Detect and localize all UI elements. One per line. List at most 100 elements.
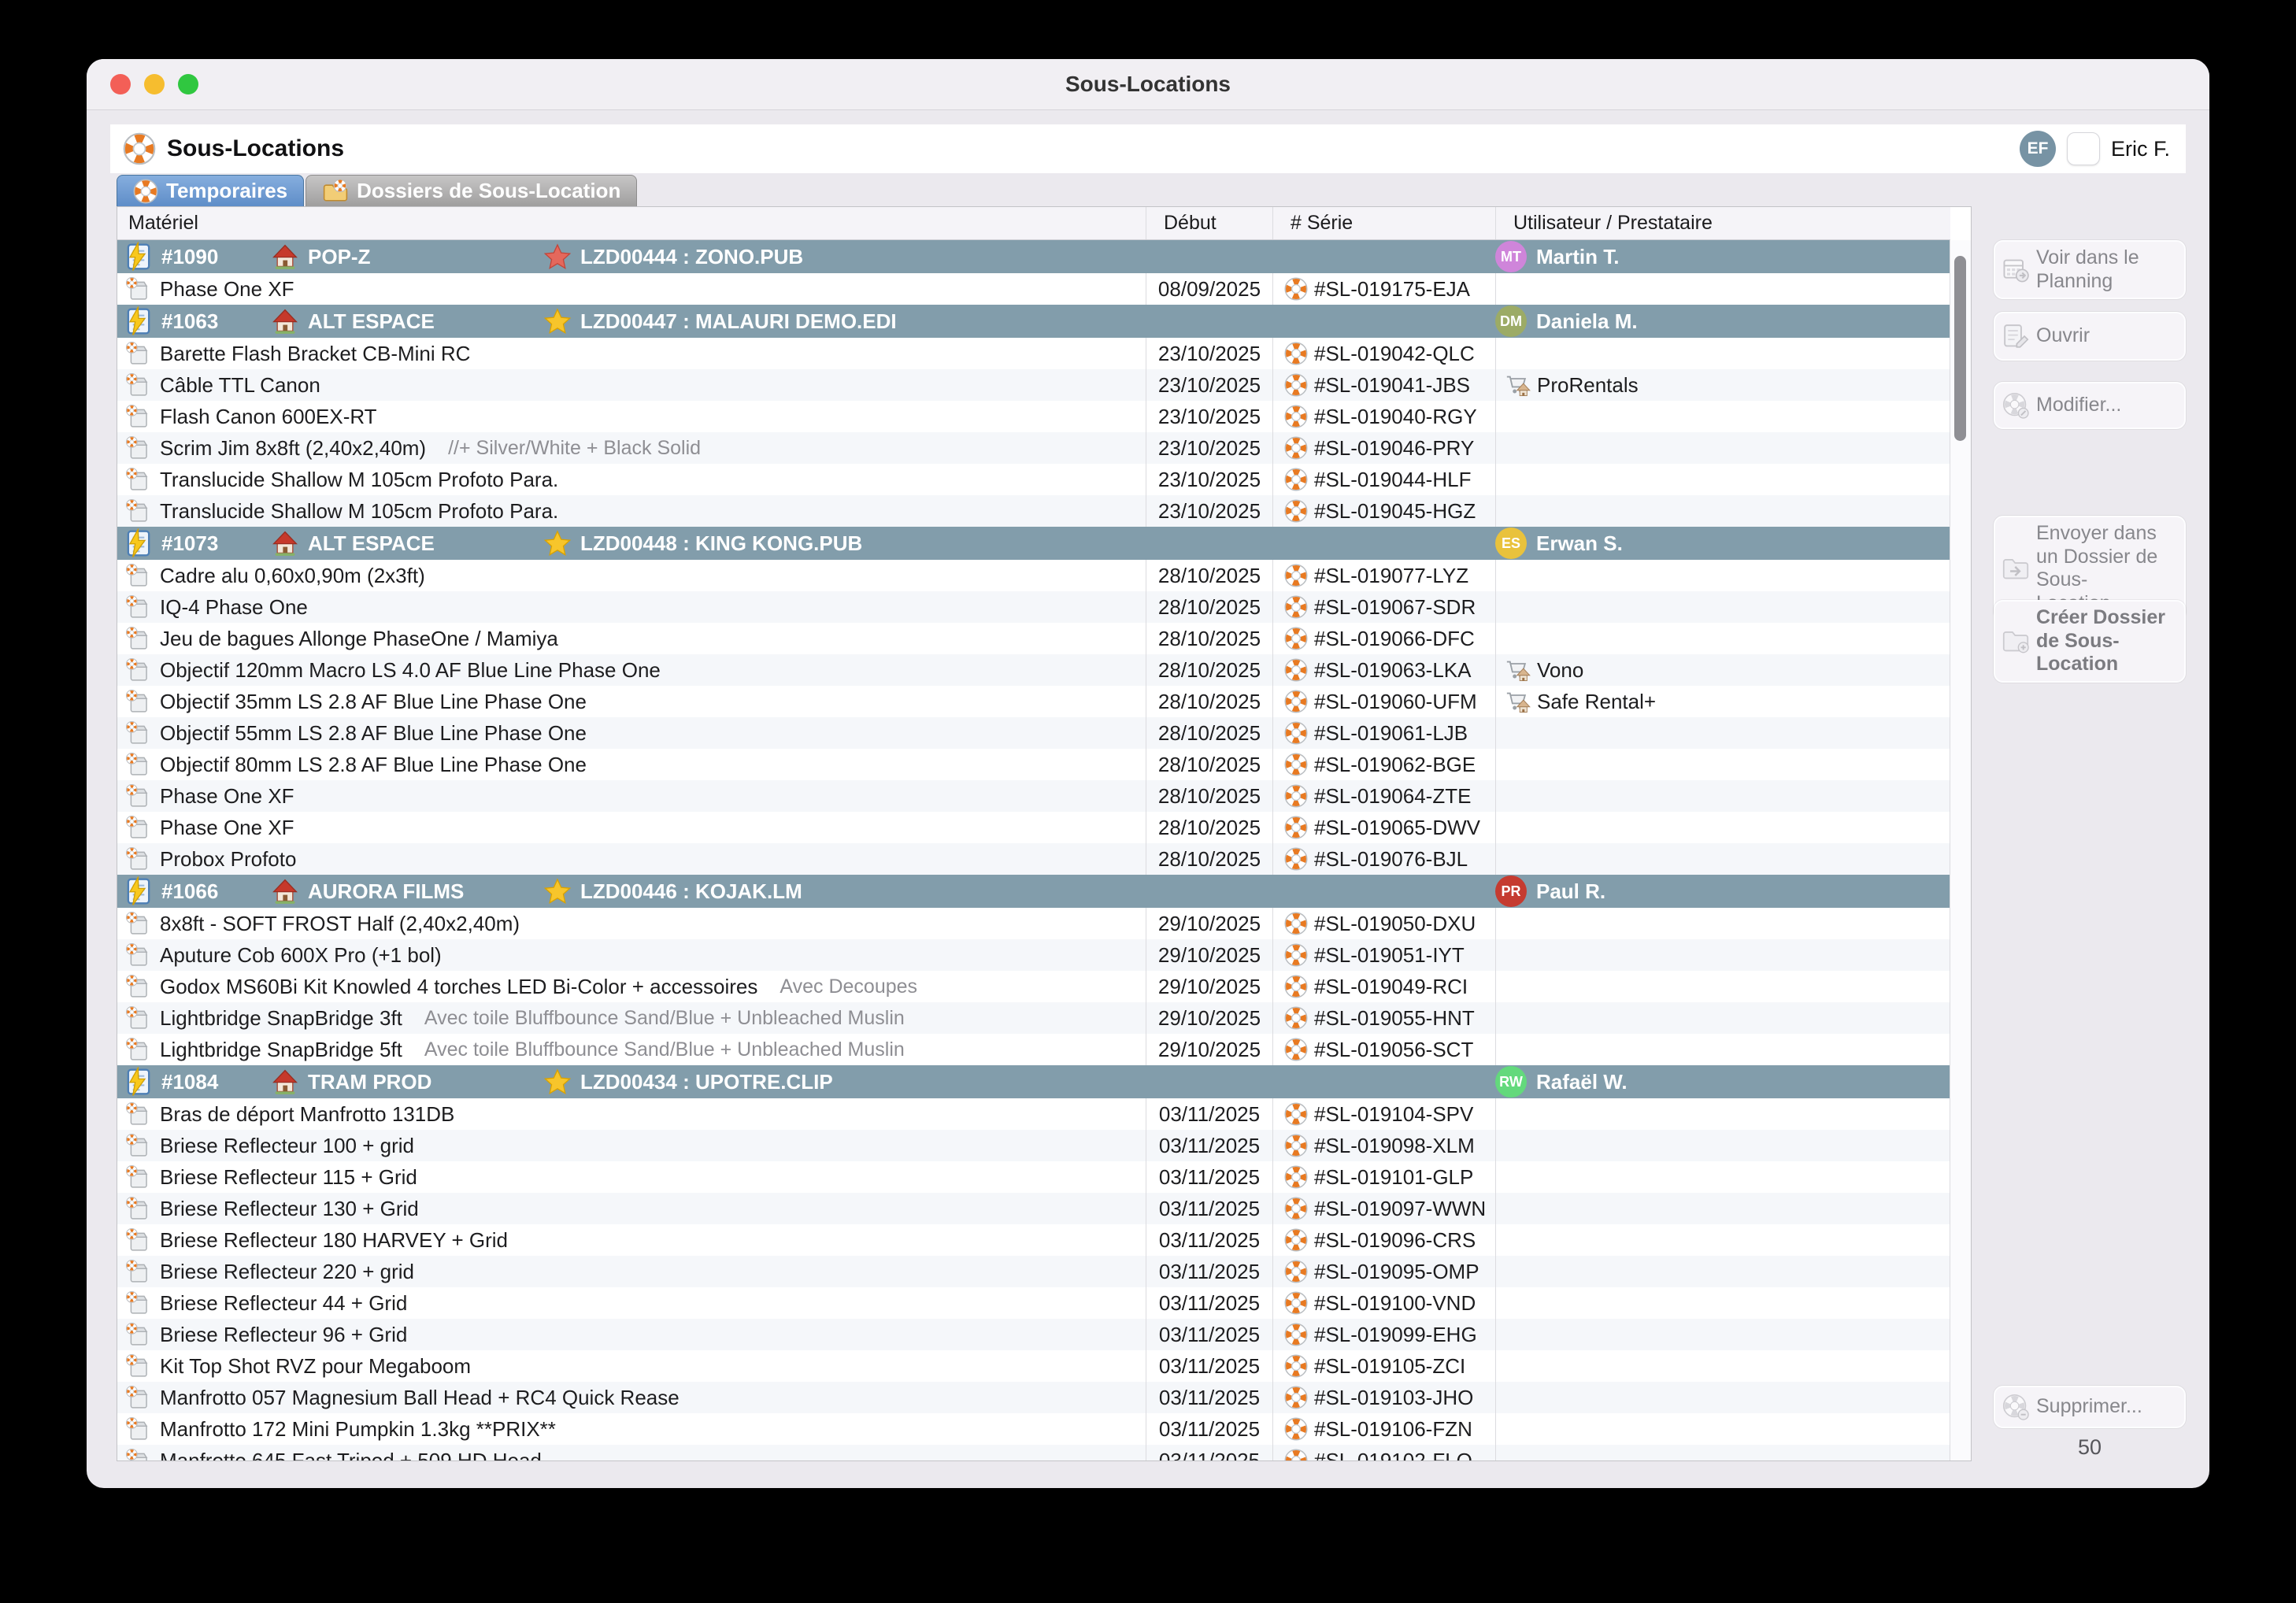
equipment-name: Objectif 35mm LS 2.8 AF Blue Line Phase … xyxy=(160,690,587,714)
group-header-row[interactable]: #1066AURORA FILMSLZD00446 : KOJAK.LMPRPa… xyxy=(117,875,1950,908)
equipment-row[interactable]: Kit Top Shot RVZ pour Megaboom03/11/2025… xyxy=(117,1350,1950,1382)
equipment-name: Manfrotto 057 Magnesium Ball Head + RC4 … xyxy=(160,1386,680,1410)
group-header-row[interactable]: #1084TRAM PRODLZD00434 : UPOTRE.CLIPRWRa… xyxy=(117,1065,1950,1098)
start-date: 23/10/2025 xyxy=(1146,495,1272,527)
group-header-row[interactable]: #1073ALT ESPACELZD00448 : KING KONG.PUBE… xyxy=(117,527,1950,560)
equipment-row[interactable]: Scrim Jim 8x8ft (2,40x2,40m)//+ Silver/W… xyxy=(117,432,1950,464)
equipment-row[interactable]: Briese Reflecteur 96 + Grid03/11/2025#SL… xyxy=(117,1319,1950,1350)
equipment-row[interactable]: Briese Reflecteur 100 + grid 03/11/2025 #S… xyxy=(117,1130,1950,1161)
serial-number: #SL-019102-FLQ xyxy=(1314,1449,1472,1461)
equipment-row[interactable]: Lightbridge SnapBridge 5ftAvec toile Blu… xyxy=(117,1034,1950,1065)
equipment-row[interactable]: Lightbridge SnapBridge 3ftAvec toile Blu… xyxy=(117,1002,1950,1034)
equipment-row[interactable]: Aputure Cob 600X Pro (+1 bol)29/10/2025#… xyxy=(117,939,1950,971)
equipment-row[interactable]: Manfrotto 172 Mini Pumpkin 1.3kg **PRIX*… xyxy=(117,1413,1950,1445)
equipment-row[interactable]: Cadre alu 0,60x0,90m (2x3ft)28/10/2025#S… xyxy=(117,560,1950,591)
life-buoy-icon xyxy=(1284,373,1308,397)
column-header-materiel[interactable]: Matériel xyxy=(117,207,1146,239)
start-date: 28/10/2025 xyxy=(1146,780,1272,812)
group-header-row[interactable]: #1063ALT ESPACELZD00447 : MALAURI DEMO.E… xyxy=(117,305,1950,338)
equipment-row[interactable]: Flash Canon 600EX-RT23/10/2025#SL-019040… xyxy=(117,401,1950,432)
edit-buoy-icon xyxy=(2002,391,2030,420)
life-buoy-icon xyxy=(1284,277,1308,301)
voir-dans-le-planning-button[interactable]: Voir dans le Planning xyxy=(1994,240,2186,299)
equipment-row[interactable]: Câble TTL Canon23/10/2025#SL-019041-JBSP… xyxy=(117,369,1950,401)
package-buoy-icon xyxy=(125,467,150,492)
life-buoy-icon xyxy=(1284,595,1308,619)
equipment-row[interactable]: Briese Reflecteur 130 + Grid03/11/2025#S… xyxy=(117,1193,1950,1224)
equipment-name: Lightbridge SnapBridge 5ft xyxy=(160,1038,402,1062)
column-header-utilisateur[interactable]: Utilisateur / Prestataire xyxy=(1495,207,1950,239)
house-icon xyxy=(272,243,298,270)
life-buoy-icon xyxy=(1284,784,1308,808)
package-buoy-icon xyxy=(125,498,150,524)
life-buoy-icon xyxy=(1284,753,1308,776)
equipment-row[interactable]: Probox Profoto28/10/2025#SL-019076-BJL xyxy=(117,843,1950,875)
serial-number: #SL-019049-RCI xyxy=(1314,975,1468,999)
column-header-serie[interactable]: # Série xyxy=(1272,207,1495,239)
life-buoy-icon xyxy=(1284,1417,1308,1441)
vendor-cart-icon xyxy=(1505,689,1531,714)
equipment-row[interactable]: Godox MS60Bi Kit Knowled 4 torches LED B… xyxy=(117,971,1950,1002)
equipment-row[interactable]: Briese Reflecteur 115 + Grid03/11/2025#S… xyxy=(117,1161,1950,1193)
equipment-row[interactable]: Bras de déport Manfrotto 131DB03/11/2025… xyxy=(117,1098,1950,1130)
serial-number: #SL-019103-JHO xyxy=(1314,1386,1473,1410)
ouvrir-button[interactable]: Ouvrir xyxy=(1994,312,2186,361)
minimize-window-button[interactable] xyxy=(144,74,165,94)
start-date: 03/11/2025 xyxy=(1146,1130,1272,1161)
package-buoy-icon xyxy=(125,1353,150,1379)
equipment-row[interactable]: Objectif 120mm Macro LS 4.0 AF Blue Line… xyxy=(117,654,1950,686)
equipment-name: Briese Reflecteur 100 + grid xyxy=(160,1134,414,1158)
package-buoy-icon xyxy=(125,404,150,429)
group-user-name: Erwan S. xyxy=(1536,531,1623,556)
equipment-name: Scrim Jim 8x8ft (2,40x2,40m) xyxy=(160,436,426,461)
equipment-name: Câble TTL Canon xyxy=(160,373,320,398)
equipment-row[interactable]: IQ-4 Phase One28/10/2025#SL-019067-SDR xyxy=(117,591,1950,623)
equipment-name: Kit Top Shot RVZ pour Megaboom xyxy=(160,1354,471,1379)
life-buoy-icon xyxy=(1284,912,1308,935)
equipment-note: Avec Decoupes xyxy=(780,975,917,998)
start-date: 23/10/2025 xyxy=(1146,369,1272,401)
equipment-row[interactable]: Objectif 80mm LS 2.8 AF Blue Line Phase … xyxy=(117,749,1950,780)
button-label: Voir dans le Planning xyxy=(2036,246,2178,293)
package-buoy-icon xyxy=(125,1164,150,1190)
zoom-window-button[interactable] xyxy=(178,74,198,94)
equipment-name: Flash Canon 600EX-RT xyxy=(160,405,377,429)
modifier-button[interactable]: Modifier... xyxy=(1994,382,2186,429)
equipment-row[interactable]: Manfrotto 057 Magnesium Ball Head + RC4 … xyxy=(117,1382,1950,1413)
tab-bar: Temporaires Dossiers de Sous-Location xyxy=(117,175,637,206)
equipment-row[interactable]: Manfrotto 645 Fast Tripod + 509 HD Head0… xyxy=(117,1445,1950,1460)
star-icon xyxy=(544,878,571,905)
group-reference: LZD00434 : UPOTRE.CLIP xyxy=(580,1070,833,1094)
creer-dossier-button[interactable]: Créer Dossier de Sous-Location xyxy=(1994,600,2186,683)
supprimer-button[interactable]: Supprimer... xyxy=(1994,1386,2186,1428)
start-date: 28/10/2025 xyxy=(1146,686,1272,717)
life-buoy-icon xyxy=(1284,564,1308,587)
vendor-cart-icon xyxy=(1505,372,1531,398)
equipment-row[interactable]: Translucide Shallow M 105cm Profoto Para… xyxy=(117,464,1950,495)
group-client: ALT ESPACE xyxy=(308,531,435,556)
equipment-row[interactable]: Briese Reflecteur 220 + grid03/11/2025#S… xyxy=(117,1256,1950,1287)
equipment-row[interactable]: Phase One XF08/09/2025#SL-019175-EJA xyxy=(117,273,1950,305)
equipment-row[interactable]: Jeu de bagues Allonge PhaseOne / Mamiya2… xyxy=(117,623,1950,654)
vertical-scrollbar[interactable] xyxy=(1950,240,1971,1460)
equipment-row[interactable]: Translucide Shallow M 105cm Profoto Para… xyxy=(117,495,1950,527)
equipment-row[interactable]: 8x8ft - SOFT FROST Half (2,40x2,40m)29/1… xyxy=(117,908,1950,939)
button-label: Modifier... xyxy=(2036,394,2121,417)
equipment-row[interactable]: Objectif 35mm LS 2.8 AF Blue Line Phase … xyxy=(117,686,1950,717)
tab-temporaires[interactable]: Temporaires xyxy=(117,175,304,206)
equipment-row[interactable]: Barette Flash Bracket CB-Mini RC23/10/20… xyxy=(117,338,1950,369)
group-header-row[interactable]: #1090POP-ZLZD00444 : ZONO.PUBMTMartin T. xyxy=(117,240,1950,273)
close-window-button[interactable] xyxy=(110,74,131,94)
equipment-row[interactable]: Phase One XF28/10/2025#SL-019065-DWV xyxy=(117,812,1950,843)
serial-number: #SL-019098-XLM xyxy=(1314,1134,1475,1158)
scrollbar-thumb[interactable] xyxy=(1954,256,1966,441)
equipment-name: Briese Reflecteur 130 + Grid xyxy=(160,1197,419,1221)
equipment-row[interactable]: Briese Reflecteur 44 + Grid03/11/2025#SL… xyxy=(117,1287,1950,1319)
group-id: #1090 xyxy=(161,245,272,269)
equipment-row[interactable]: Briese Reflecteur 180 HARVEY + Grid03/11… xyxy=(117,1224,1950,1256)
equipment-row[interactable]: Objectif 55mm LS 2.8 AF Blue Line Phase … xyxy=(117,717,1950,749)
equipment-row[interactable]: Phase One XF28/10/2025#SL-019064-ZTE xyxy=(117,780,1950,812)
tab-dossiers-de-sous-location[interactable]: Dossiers de Sous-Location xyxy=(306,175,637,206)
equipment-name: Briese Reflecteur 44 + Grid xyxy=(160,1291,407,1316)
column-header-debut[interactable]: Début xyxy=(1146,207,1272,239)
